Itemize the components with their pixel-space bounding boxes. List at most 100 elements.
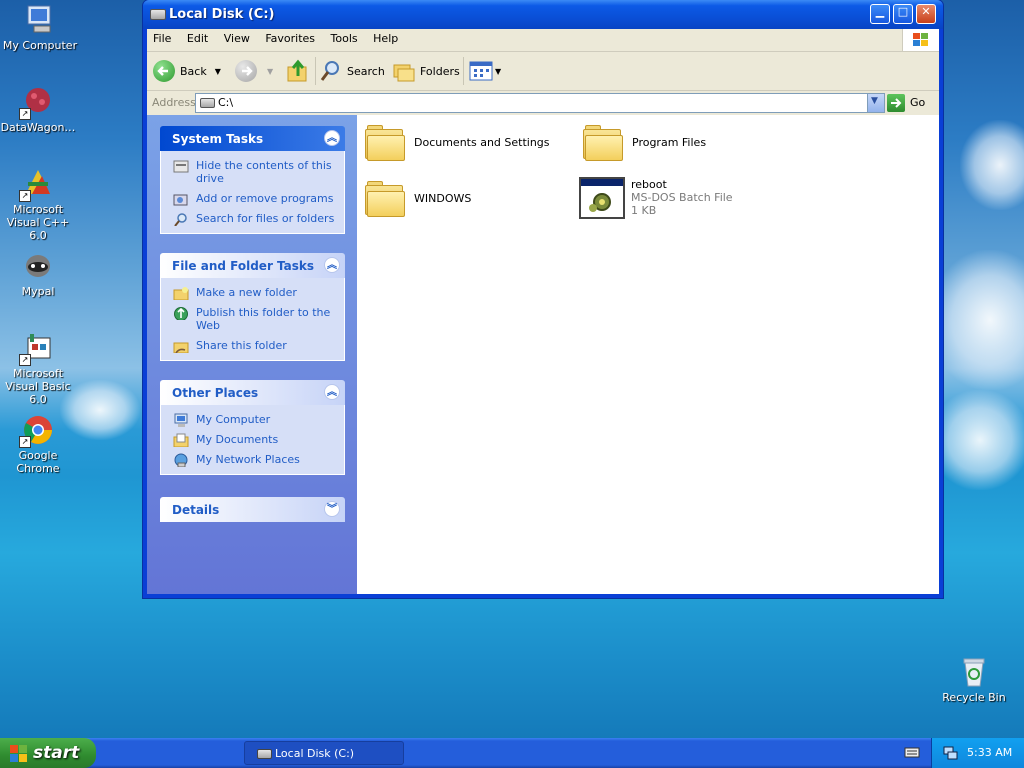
- windows-logo-icon: [902, 29, 939, 51]
- my-computer-icon: [24, 4, 56, 36]
- task-pane: System Tasks ︽ Hide the contents of this…: [147, 115, 357, 594]
- network-places-icon: [174, 453, 188, 467]
- back-dropdown-icon[interactable]: ▼: [215, 67, 221, 76]
- forward-button[interactable]: ▼: [235, 57, 273, 85]
- place-my-computer[interactable]: My Computer: [173, 413, 336, 427]
- search-button[interactable]: Search: [319, 57, 385, 85]
- title-bar[interactable]: Local Disk (C:) ▁ □ ✕: [143, 0, 943, 29]
- desktop-icon-visual-cpp[interactable]: ↗ Microsoft Visual C++ 6.0: [0, 168, 78, 242]
- clock[interactable]: 5:33 AM: [967, 746, 1012, 759]
- list-item[interactable]: WINDOWS: [365, 181, 565, 221]
- address-dropdown-button[interactable]: ▼: [867, 94, 884, 112]
- details-header[interactable]: Details ︾: [160, 497, 345, 522]
- close-icon: ✕: [921, 5, 931, 18]
- desktop-icon-chrome[interactable]: ↗ Google Chrome: [0, 414, 78, 475]
- file-folder-tasks-header[interactable]: File and Folder Tasks ︽: [160, 253, 345, 278]
- desktop-icon-mypal[interactable]: Mypal: [0, 250, 78, 298]
- file-folder-tasks-panel: File and Folder Tasks ︽ Make a new folde…: [160, 253, 345, 361]
- collapse-icon[interactable]: ︽: [324, 384, 340, 400]
- back-label: Back: [180, 64, 207, 78]
- share-folder-icon: [173, 342, 189, 353]
- menu-edit[interactable]: Edit: [181, 29, 214, 49]
- publish-web-icon: [174, 307, 188, 320]
- menu-file[interactable]: File: [147, 29, 177, 49]
- desktop-icon-my-computer[interactable]: My Computer: [0, 4, 80, 52]
- back-button[interactable]: Back ▼: [153, 57, 221, 85]
- maximize-icon: □: [897, 5, 909, 18]
- task-share-folder[interactable]: Share this folder: [173, 339, 336, 353]
- go-label: Go: [910, 96, 926, 109]
- menu-tools[interactable]: Tools: [325, 29, 364, 49]
- cloud-decoration: [960, 120, 1024, 210]
- toolbar-separator: [463, 57, 464, 85]
- task-search-files[interactable]: Search for files or folders: [173, 212, 336, 226]
- up-folder-button[interactable]: [285, 57, 311, 85]
- desktop-icon-visual-basic[interactable]: ↗ Microsoft Visual Basic 6.0: [0, 332, 78, 406]
- item-type: MS-DOS Batch File: [631, 191, 733, 204]
- place-my-documents[interactable]: My Documents: [173, 433, 336, 447]
- desktop-icon-recycle-bin[interactable]: Recycle Bin: [934, 656, 1014, 704]
- menu-help[interactable]: Help: [367, 29, 404, 49]
- address-value: C:\: [218, 96, 234, 109]
- views-dropdown-icon: ▼: [495, 66, 502, 76]
- up-folder-icon: [287, 59, 307, 82]
- system-tray: 5:33 AM: [931, 738, 1024, 768]
- search-icon: [320, 61, 339, 81]
- taskbar-item-local-disk[interactable]: Local Disk (C:): [244, 741, 404, 765]
- collapse-icon[interactable]: ︽: [324, 130, 340, 146]
- details-panel: Details ︾: [160, 497, 345, 522]
- cloud-decoration: [930, 250, 1024, 390]
- close-button[interactable]: ✕: [916, 4, 936, 24]
- menu-view[interactable]: View: [218, 29, 256, 49]
- folders-icon: [393, 64, 415, 82]
- panel-title: Details: [172, 503, 220, 517]
- mypal-icon: [22, 250, 54, 282]
- item-name: WINDOWS: [414, 192, 472, 205]
- maximize-button[interactable]: □: [893, 4, 913, 24]
- folders-label: Folders: [420, 64, 460, 78]
- desktop-icon-datawagon[interactable]: ↗ DataWagon…: [0, 86, 78, 134]
- task-make-new-folder[interactable]: Make a new folder: [173, 286, 336, 300]
- task-publish-to-web[interactable]: Publish this folder to the Web: [173, 306, 336, 332]
- list-item[interactable]: reboot MS-DOS Batch File 1 KB: [579, 177, 799, 223]
- system-tasks-header[interactable]: System Tasks ︽: [160, 126, 345, 151]
- address-input[interactable]: C:\ ▼: [195, 93, 885, 113]
- panel-title: File and Folder Tasks: [172, 259, 315, 273]
- item-size: 1 KB: [631, 204, 657, 217]
- list-item[interactable]: Documents and Settings: [365, 125, 565, 165]
- explorer-window[interactable]: Local Disk (C:) ▁ □ ✕ File Edit View Fav…: [143, 0, 943, 598]
- collapse-icon[interactable]: ︽: [324, 257, 340, 273]
- item-name: Documents and Settings: [414, 136, 550, 149]
- place-my-network-places[interactable]: My Network Places: [173, 453, 336, 467]
- go-button[interactable]: Go: [887, 93, 925, 112]
- folders-button[interactable]: Folders: [392, 57, 460, 85]
- visual-cpp-icon: ↗: [19, 168, 54, 202]
- my-computer-icon: [174, 413, 188, 427]
- shortcut-arrow-icon: ↗: [19, 436, 31, 448]
- forward-dropdown-icon[interactable]: ▼: [267, 67, 273, 76]
- network-icon[interactable]: [942, 745, 958, 761]
- other-places-panel: Other Places ︽ My Computer My Documents …: [160, 380, 345, 475]
- views-button[interactable]: ▼: [469, 57, 501, 85]
- desktop-icon-label: Microsoft Visual C++ 6.0: [6, 203, 70, 242]
- task-hide-drive-contents[interactable]: Hide the contents of this drive: [173, 159, 336, 185]
- desktop-icon-label: DataWagon…: [0, 121, 76, 134]
- task-add-remove-programs[interactable]: Add or remove programs: [173, 192, 336, 206]
- panel-title: System Tasks: [172, 132, 264, 146]
- batch-file-icon: [579, 177, 625, 219]
- search-icon: [174, 213, 187, 226]
- minimize-button[interactable]: ▁: [870, 4, 890, 24]
- item-name: Program Files: [632, 136, 707, 149]
- forward-arrow-icon: [235, 60, 257, 82]
- new-folder-icon: [173, 287, 189, 300]
- start-button[interactable]: start: [0, 738, 96, 768]
- expand-icon[interactable]: ︾: [324, 501, 340, 517]
- menu-favorites[interactable]: Favorites: [259, 29, 321, 49]
- drive-icon: [200, 98, 215, 108]
- system-tasks-panel: System Tasks ︽ Hide the contents of this…: [160, 126, 345, 234]
- keyboard-icon[interactable]: [904, 745, 920, 759]
- other-places-header[interactable]: Other Places ︽: [160, 380, 345, 405]
- folder-icon: [365, 181, 405, 217]
- menu-bar: File Edit View Favorites Tools Help: [147, 29, 939, 52]
- list-item[interactable]: Program Files: [583, 125, 783, 165]
